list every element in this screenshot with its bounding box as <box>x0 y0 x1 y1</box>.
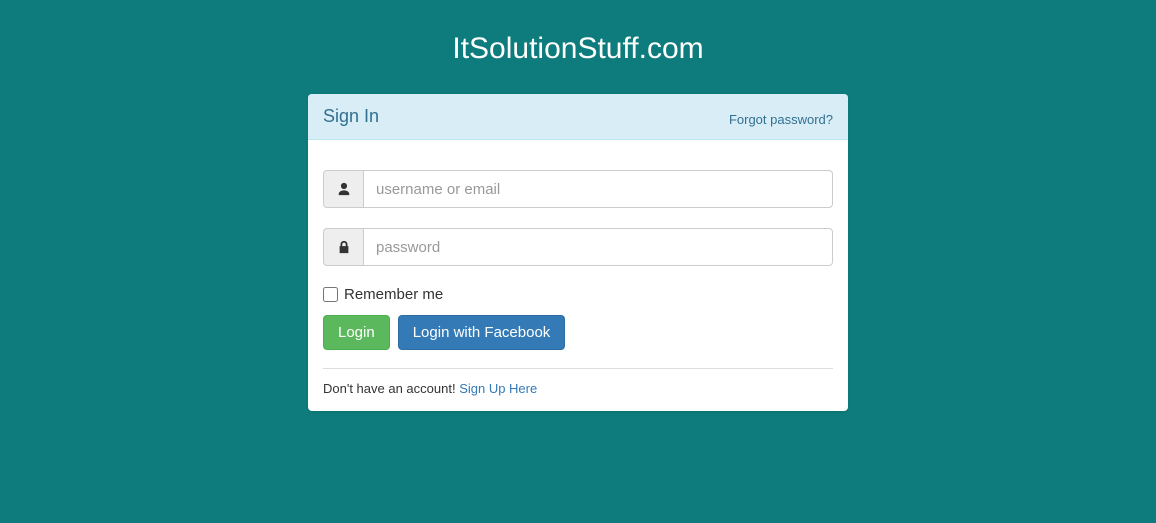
page-title: ItSolutionStuff.com <box>0 0 1156 94</box>
panel-body: Remember me Login Login with Facebook Do… <box>308 140 848 411</box>
divider <box>323 368 833 369</box>
signup-text: Don't have an account! Sign Up Here <box>323 381 833 396</box>
password-input[interactable] <box>363 228 833 266</box>
login-button[interactable]: Login <box>323 315 390 350</box>
no-account-label: Don't have an account! <box>323 381 459 396</box>
button-row: Login Login with Facebook <box>323 315 833 350</box>
remember-row: Remember me <box>323 286 833 303</box>
password-group <box>323 228 833 266</box>
panel-title: Sign In <box>323 106 379 127</box>
user-icon <box>323 170 363 208</box>
signup-link[interactable]: Sign Up Here <box>459 381 537 396</box>
remember-label: Remember me <box>344 286 443 303</box>
lock-icon <box>323 228 363 266</box>
remember-checkbox[interactable] <box>323 287 338 302</box>
username-input[interactable] <box>363 170 833 208</box>
login-panel: Sign In Forgot password? Remember me Log… <box>308 94 848 411</box>
forgot-password-link[interactable]: Forgot password? <box>729 112 833 127</box>
username-group <box>323 170 833 208</box>
panel-header: Sign In Forgot password? <box>308 94 848 140</box>
login-facebook-button[interactable]: Login with Facebook <box>398 315 566 350</box>
